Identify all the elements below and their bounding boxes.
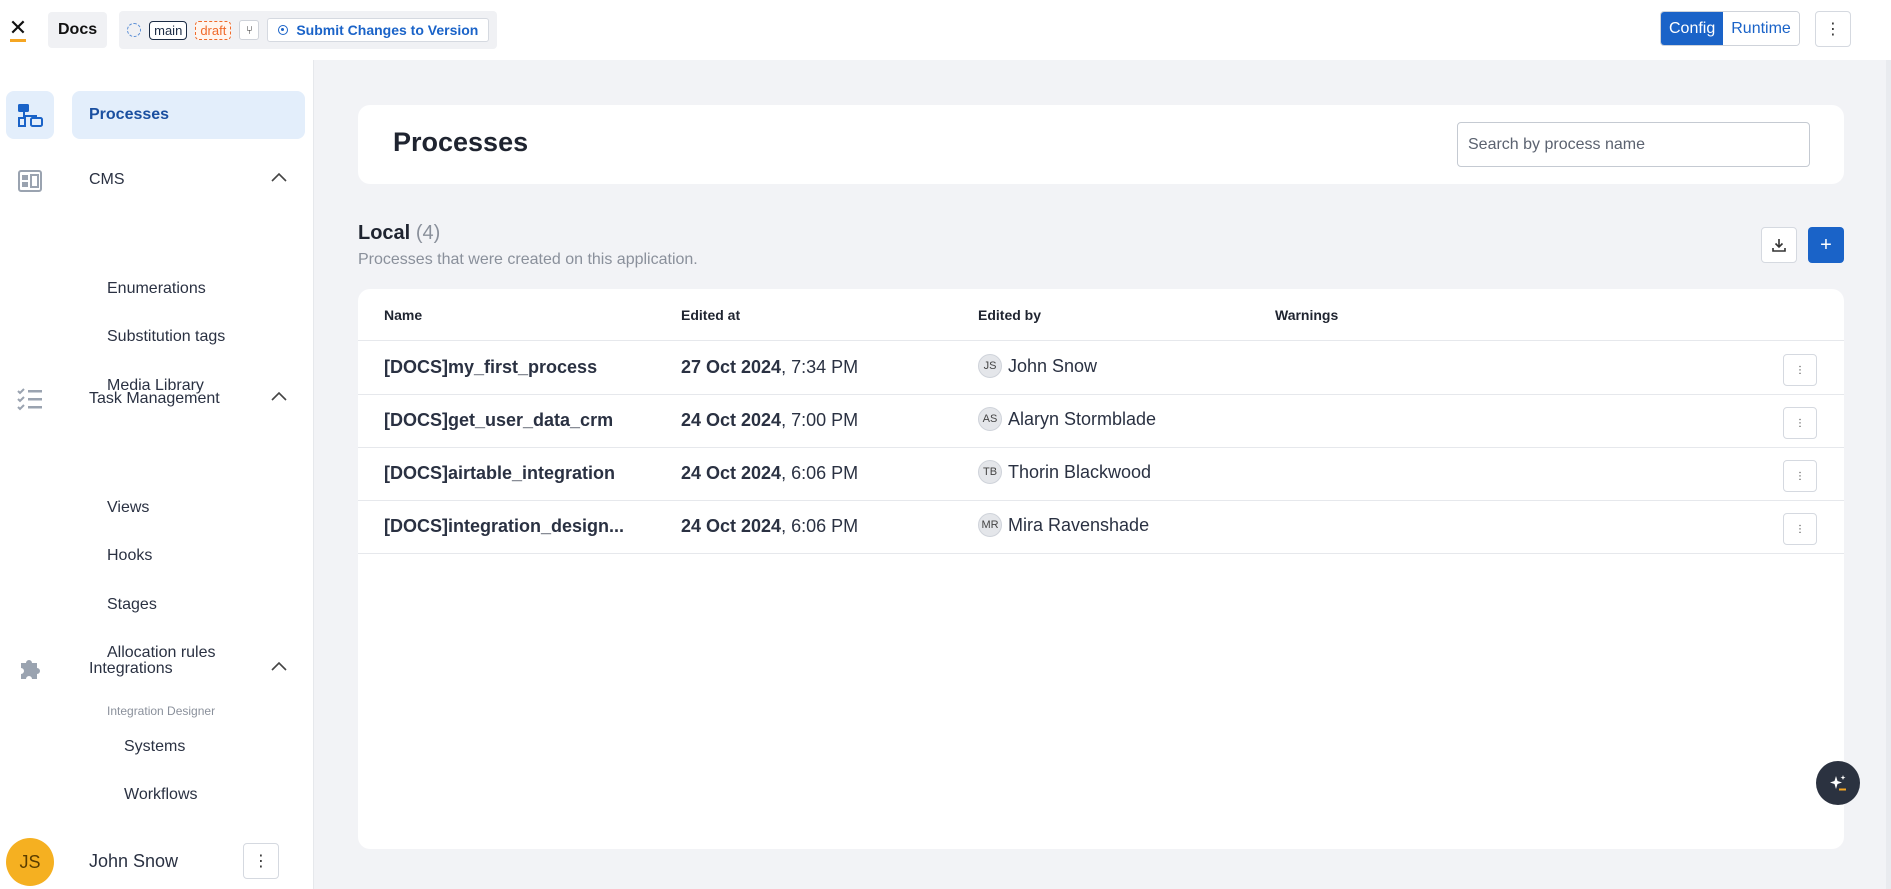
edited-at: 24 Oct 2024, 7:00 PM (681, 410, 858, 431)
chevron-up-icon (271, 661, 287, 671)
sidebar-item-hooks[interactable]: Hooks (107, 547, 152, 565)
sidebar-group-task-management[interactable]: Task Management (72, 375, 305, 423)
editor-name: Thorin Blackwood (1008, 461, 1152, 482)
edited-date: 24 Oct 2024 (681, 410, 782, 430)
radio-icon (278, 25, 289, 35)
puzzle-icon[interactable] (6, 645, 54, 693)
icon-rail (0, 60, 60, 889)
branch-bar: main draft ⑂ Submit Changes to Version (119, 11, 498, 49)
avatar[interactable]: JS (6, 838, 54, 886)
avatar: MR (978, 513, 1002, 537)
edited-by: AS Alaryn Stormblade (978, 407, 1156, 431)
sidebar-item-enumerations[interactable]: Enumerations (107, 280, 206, 298)
row-more-button[interactable]: ⋮ (1783, 354, 1817, 386)
column-header-edited-at[interactable]: Edited at (681, 307, 740, 323)
task-list-icon[interactable] (6, 375, 54, 423)
sidebar-group-label: CMS (89, 171, 125, 188)
section-title-label: Local (358, 222, 411, 244)
sparkle-icon (1830, 775, 1846, 791)
column-header-edited-by[interactable]: Edited by (978, 307, 1041, 323)
branch-tag[interactable]: main (149, 20, 188, 40)
editor-name: Alaryn Stormblade (1008, 408, 1157, 429)
edited-by: MR Mira Ravenshade (978, 513, 1149, 537)
page-title: Processes (393, 127, 529, 157)
section-title: Local (4) (358, 222, 440, 245)
sidebar: Processes CMS Enumerations Substitution … (60, 60, 314, 889)
app-logo-icon[interactable]: ✕ (0, 0, 36, 60)
user-name: John Snow (89, 851, 179, 871)
edited-time: , 7:34 PM (781, 357, 859, 377)
user-more-button[interactable]: ⋮ (243, 843, 279, 879)
edited-date: 24 Oct 2024 (681, 516, 782, 536)
edited-at: 24 Oct 2024, 6:06 PM (681, 463, 858, 484)
sidebar-item-substitution-tags[interactable]: Substitution tags (107, 328, 225, 346)
sidebar-item-workflows[interactable]: Workflows (124, 786, 198, 804)
git-branch-icon[interactable]: ⑂ (239, 20, 260, 40)
avatar: AS (978, 407, 1002, 431)
add-process-button[interactable]: + (1808, 227, 1844, 263)
process-name[interactable]: [DOCS]my_first_process (384, 357, 597, 378)
mode-toggle: Config Runtime (1660, 11, 1800, 46)
edited-at: 27 Oct 2024, 7:34 PM (681, 357, 858, 378)
processes-table: Name Edited at Edited by Warnings [DOCS]… (358, 289, 1844, 849)
edited-date: 24 Oct 2024 (681, 463, 782, 483)
row-more-button[interactable]: ⋮ (1783, 407, 1817, 439)
sidebar-group-label: Integrations (89, 660, 173, 677)
process-name[interactable]: [DOCS]airtable_integration (384, 463, 615, 484)
section-description: Processes that were created on this appl… (358, 251, 698, 268)
sidebar-item-systems[interactable]: Systems (124, 738, 185, 756)
table-header: Name Edited at Edited by Warnings (358, 289, 1844, 341)
edited-date: 27 Oct 2024 (681, 357, 782, 377)
editor-name: John Snow (1008, 355, 1098, 376)
download-button[interactable] (1761, 227, 1797, 263)
cms-icon[interactable] (6, 157, 54, 205)
sidebar-group-label: Task Management (89, 390, 220, 407)
table-row[interactable]: [DOCS]get_user_data_crm 24 Oct 2024, 7:0… (358, 395, 1844, 448)
scrollbar[interactable] (1886, 60, 1891, 889)
edited-at: 24 Oct 2024, 6:06 PM (681, 516, 858, 537)
download-icon (1772, 239, 1786, 252)
loading-spinner-icon (127, 23, 142, 37)
process-name[interactable]: [DOCS]integration_design... (384, 516, 624, 537)
section-count: (4) (415, 222, 441, 244)
avatar: TB (978, 460, 1002, 484)
edited-time: , 7:00 PM (781, 410, 859, 430)
edited-time: , 6:06 PM (781, 516, 859, 536)
sidebar-item-views[interactable]: Views (107, 499, 149, 517)
submit-changes-label: Submit Changes to Version (296, 22, 479, 38)
processes-icon[interactable] (6, 91, 54, 139)
sidebar-item-processes[interactable]: Processes (72, 91, 305, 139)
chevron-up-icon (271, 391, 287, 401)
sidebar-group-integrations[interactable]: Integrations (72, 645, 305, 693)
edited-by: JS John Snow (978, 354, 1097, 378)
sidebar-item-stages[interactable]: Stages (107, 596, 157, 614)
column-header-name[interactable]: Name (384, 307, 422, 323)
project-name[interactable]: Docs (48, 12, 108, 48)
more-options-button[interactable]: ⋮ (1815, 11, 1851, 47)
draft-badge: draft (195, 20, 232, 40)
table-row[interactable]: [DOCS]my_first_process 27 Oct 2024, 7:34… (358, 342, 1844, 395)
sidebar-group-cms[interactable]: CMS (72, 156, 305, 204)
chevron-up-icon (271, 172, 287, 182)
avatar: JS (978, 354, 1002, 378)
column-header-warnings[interactable]: Warnings (1275, 307, 1338, 323)
sidebar-caption-integration-designer: Integration Designer (107, 704, 216, 718)
process-name[interactable]: [DOCS]get_user_data_crm (384, 410, 613, 431)
table-row[interactable]: [DOCS]integration_design... 24 Oct 2024,… (358, 501, 1844, 554)
editor-name: Mira Ravenshade (1008, 514, 1150, 535)
top-bar: ✕ Docs main draft ⑂ Submit Changes to Ve… (0, 0, 1891, 60)
search-input[interactable] (1457, 122, 1810, 167)
edited-time: , 6:06 PM (781, 463, 859, 483)
ai-assistant-button[interactable] (1816, 761, 1860, 805)
runtime-mode-button[interactable]: Runtime (1723, 12, 1799, 45)
table-row[interactable]: [DOCS]airtable_integration 24 Oct 2024, … (358, 448, 1844, 501)
row-more-button[interactable]: ⋮ (1783, 513, 1817, 545)
config-mode-button[interactable]: Config (1661, 12, 1724, 45)
page-header: Processes (358, 105, 1844, 184)
row-more-button[interactable]: ⋮ (1783, 460, 1817, 492)
submit-changes-button[interactable]: Submit Changes to Version (267, 18, 490, 42)
edited-by: TB Thorin Blackwood (978, 460, 1151, 484)
user-row: JS John Snow ⋮ (0, 830, 314, 889)
